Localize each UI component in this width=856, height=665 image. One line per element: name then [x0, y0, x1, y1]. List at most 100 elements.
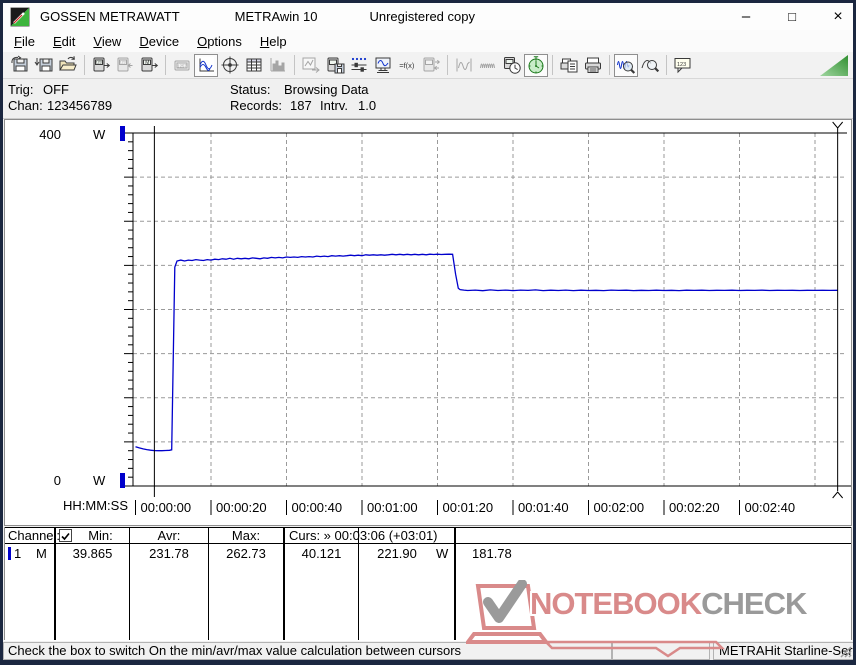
- wave-continuous-button: [476, 54, 500, 77]
- zoom-time-button[interactable]: [614, 53, 638, 77]
- save-data-button[interactable]: [8, 54, 32, 77]
- window-border-bottom: [0, 660, 856, 665]
- zoom-time-icon: [617, 61, 636, 74]
- menu-item-help[interactable]: Help: [251, 32, 296, 51]
- device-memory-button[interactable]: M: [137, 54, 161, 77]
- export-chart-icon: [302, 57, 320, 73]
- channel-color-marker: [8, 547, 11, 560]
- print-button[interactable]: [581, 54, 605, 77]
- chart-view-icon: [198, 57, 214, 73]
- min-value: 39.865: [72, 546, 113, 561]
- device-write-memory-icon: 123: [117, 57, 133, 72]
- avr-value: 231.78: [149, 546, 189, 561]
- table-view-button[interactable]: [242, 54, 266, 77]
- status-label: Status:: [230, 82, 271, 97]
- device-read-memory-icon: 123: [93, 57, 111, 72]
- chart-view-button[interactable]: [194, 53, 218, 77]
- x-tick-label: 00:00:40: [292, 500, 343, 515]
- chart-canvas[interactable]: 00:00:00 00:00:20 00:00:40 00:01:00 00:01:20…: [5, 120, 851, 525]
- trig-value: OFF: [43, 82, 69, 97]
- histogram-view-button: [266, 54, 290, 77]
- x-tick-label: 00:02:20: [669, 500, 720, 515]
- open-file-button[interactable]: [56, 54, 80, 77]
- export-chart-button: [299, 54, 323, 77]
- svg-text:123: 123: [677, 62, 686, 68]
- save-as-button[interactable]: [32, 54, 56, 77]
- minmax-calc-checkbox[interactable]: [59, 529, 72, 542]
- save-to-disk-button[interactable]: [323, 54, 347, 77]
- cursor-right-value: 221.90: [377, 546, 417, 561]
- measurement-table: Channel: Min: Avr: Max: Curs: » 00:03:06…: [4, 527, 852, 641]
- device-write-memory-button: 123: [113, 54, 137, 77]
- title-product-name: METRAwin 10: [234, 9, 318, 24]
- open-file-icon: [59, 56, 77, 71]
- x-tick-label: 00:01:40: [518, 500, 569, 515]
- cursor-right-top-handle[interactable]: [832, 121, 844, 133]
- cursor-left-value: 40.121: [301, 546, 342, 561]
- channel-settings-button[interactable]: [347, 54, 371, 77]
- record-timer-button[interactable]: [524, 53, 548, 77]
- status-value: Browsing Data: [284, 82, 369, 97]
- checkmark-icon: [61, 532, 70, 541]
- record-timer-icon: [528, 56, 544, 74]
- x-tick-label: 00:00:20: [216, 500, 267, 515]
- x-tick-label: 00:01:20: [443, 500, 494, 515]
- display-settings-icon: [375, 57, 391, 73]
- table-view-icon: [246, 58, 262, 72]
- toolbar-separator: [552, 55, 553, 75]
- minimize-button[interactable]: –: [732, 3, 760, 30]
- menu-item-file[interactable]: File: [5, 32, 44, 51]
- cursor-right-bottom-handle[interactable]: [832, 491, 844, 499]
- records-value: 187: [290, 98, 312, 113]
- device-read-memory-button[interactable]: 123: [89, 54, 113, 77]
- save-to-disk-icon: [327, 57, 345, 74]
- device-memory-icon: M: [141, 57, 159, 72]
- numeric-display-view-icon: 1257: [174, 60, 190, 71]
- formula-icon: =f(x): [399, 61, 415, 70]
- title-license-status: Unregistered copy: [369, 9, 475, 24]
- interval-label: Intrv.: [320, 98, 348, 113]
- interval-value: 1.0: [358, 98, 377, 113]
- records-label: Records:: [230, 98, 283, 113]
- comment-button[interactable]: 123: [671, 54, 695, 77]
- toolbar-separator: [84, 55, 85, 75]
- wave-continuous-icon: [480, 63, 495, 69]
- power-curve: [135, 253, 838, 452]
- print-preview-button[interactable]: [557, 54, 581, 77]
- device-config-icon: [423, 57, 441, 72]
- device-config-button: [419, 54, 443, 77]
- menu-item-view[interactable]: View: [84, 32, 130, 51]
- col-header-min: Min:: [88, 528, 113, 543]
- toolbar-separator: [294, 55, 295, 75]
- chan-label: Chan:: [8, 98, 43, 113]
- svg-text:1257: 1257: [177, 63, 187, 68]
- time-settings-button[interactable]: [500, 54, 524, 77]
- cursor-view-button[interactable]: [218, 54, 242, 77]
- brand-triangle-icon: [820, 55, 848, 76]
- time-settings-icon: [504, 57, 521, 74]
- formula-button[interactable]: =f(x): [395, 54, 419, 77]
- cursor-view-icon: [221, 56, 239, 74]
- cursor-right-unit: W: [436, 546, 449, 561]
- acquisition-info-strip: Trig: OFF Chan: 123456789 Status: Browsi…: [3, 79, 853, 119]
- menu-item-options[interactable]: Options: [188, 32, 251, 51]
- app-icon: [10, 7, 30, 26]
- wave-trigger-icon: [456, 58, 472, 72]
- display-settings-button[interactable]: [371, 54, 395, 77]
- print-preview-icon: [560, 58, 578, 73]
- maximize-button[interactable]: □: [778, 3, 806, 30]
- toolbar-separator: [447, 55, 448, 75]
- menu-item-device[interactable]: Device: [130, 32, 188, 51]
- max-value: 262.73: [226, 546, 266, 561]
- trig-label: Trig:: [8, 82, 34, 97]
- resize-grip-icon[interactable]: [839, 645, 852, 658]
- menu-item-edit[interactable]: Edit: [44, 32, 84, 51]
- histogram-view-icon: [270, 58, 285, 72]
- close-button[interactable]: ×: [824, 3, 852, 30]
- window-border-top: [0, 0, 856, 3]
- status-message: Check the box to switch On the min/avr/m…: [3, 642, 612, 660]
- channel-number[interactable]: 1: [14, 546, 21, 561]
- svg-text:123: 123: [96, 61, 102, 65]
- status-bar: Check the box to switch On the min/avr/m…: [3, 641, 856, 660]
- zoom-free-button[interactable]: [638, 54, 662, 77]
